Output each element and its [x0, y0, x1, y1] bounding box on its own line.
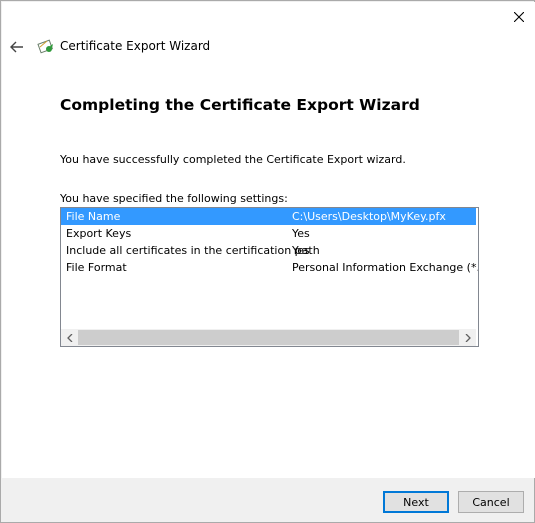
wizard-window: Certificate Export Wizard Completing the… [0, 0, 535, 523]
setting-key: File Format [66, 261, 127, 274]
back-button[interactable] [8, 38, 26, 56]
setting-value: Yes [292, 227, 310, 240]
settings-row[interactable]: File Format Personal Information Exchang… [61, 259, 479, 276]
close-button[interactable] [509, 7, 529, 27]
settings-list[interactable]: File Name C:\Users\Desktop\MyKey.pfx Exp… [60, 207, 479, 347]
scrollbar-thumb[interactable] [78, 330, 459, 345]
scroll-right-icon [465, 333, 471, 342]
completion-message: You have successfully completed the Cert… [60, 153, 406, 166]
horizontal-scrollbar[interactable] [61, 329, 476, 346]
settings-row[interactable]: Export Keys Yes [61, 225, 476, 242]
wizard-title: Certificate Export Wizard [60, 39, 211, 53]
certificate-icon [37, 37, 55, 55]
cancel-button[interactable]: Cancel [458, 491, 524, 513]
setting-value: C:\Users\Desktop\MyKey.pfx [292, 210, 446, 223]
close-icon [514, 12, 524, 22]
setting-key: Include all certificates in the certific… [66, 244, 320, 257]
page-heading: Completing the Certificate Export Wizard [60, 96, 420, 114]
setting-key: Export Keys [66, 227, 132, 240]
next-button[interactable]: Next [383, 491, 449, 513]
setting-value: Yes [292, 244, 310, 257]
scroll-right-button[interactable] [459, 329, 476, 346]
scroll-left-button[interactable] [61, 329, 78, 346]
setting-key: File Name [66, 210, 121, 223]
settings-row[interactable]: Include all certificates in the certific… [61, 242, 476, 259]
settings-label: You have specified the following setting… [60, 192, 288, 205]
scroll-left-icon [66, 333, 72, 342]
setting-value: Personal Information Exchange (*.pfx) [292, 261, 479, 274]
back-arrow-icon [10, 41, 23, 53]
settings-row[interactable]: File Name C:\Users\Desktop\MyKey.pfx [61, 208, 476, 225]
